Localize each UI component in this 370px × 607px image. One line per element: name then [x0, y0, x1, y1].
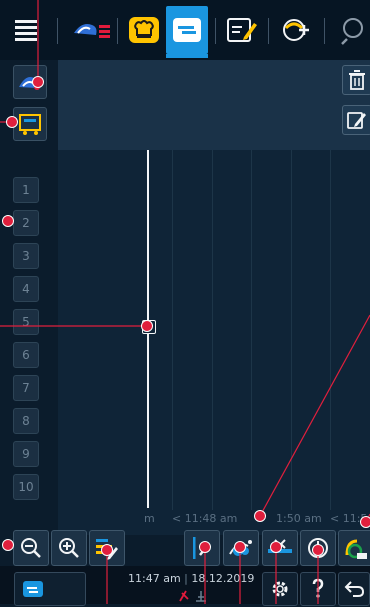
- callout-marker: [2, 215, 14, 227]
- callout-marker: [360, 516, 370, 528]
- callout-marker: [270, 541, 282, 553]
- callout-marker: [254, 510, 266, 522]
- callout-marker: [234, 541, 246, 553]
- callout-marker: [32, 76, 44, 88]
- callout-marker: [312, 544, 324, 556]
- callout-marker: [101, 544, 113, 556]
- callout-marker: [2, 539, 14, 551]
- callout-marker: [141, 320, 153, 332]
- callout-marker: [6, 116, 18, 128]
- callout-lines: [0, 0, 370, 604]
- callout-marker: [199, 541, 211, 553]
